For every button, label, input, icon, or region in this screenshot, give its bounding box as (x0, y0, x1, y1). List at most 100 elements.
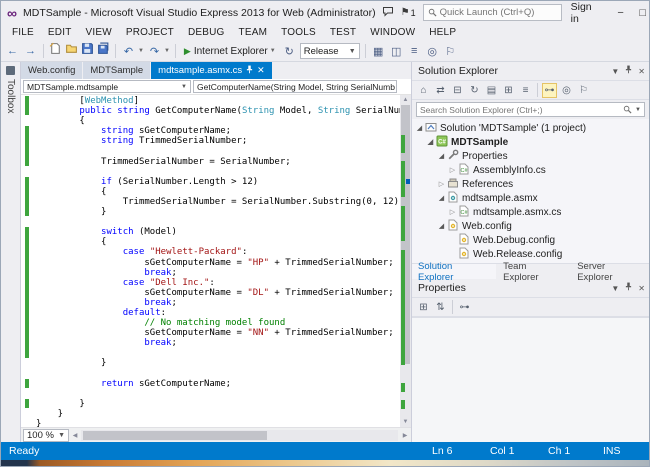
solution-explorer-icon[interactable]: ▦ (371, 45, 386, 58)
view-code-icon[interactable]: ≡ (518, 83, 533, 98)
code-line[interactable]: public string GetComputerName(String Mod… (36, 106, 400, 116)
window-position-icon[interactable]: ▼ (611, 67, 619, 76)
properties-window-icon[interactable]: ≡ (407, 45, 422, 57)
expanded-arrow-icon[interactable]: ◢ (426, 138, 435, 146)
categorized-icon[interactable]: ⊞ (416, 300, 431, 315)
save-icon[interactable] (81, 42, 94, 60)
toolbox-tab-strip[interactable]: Toolbox (1, 62, 21, 442)
refresh-icon[interactable]: ↻ (467, 83, 482, 98)
code-line[interactable]: [WebMethod] (36, 96, 400, 106)
forward-icon[interactable]: → (23, 45, 38, 57)
pin-icon[interactable] (625, 282, 632, 294)
menu-help[interactable]: HELP (422, 27, 463, 38)
solution-search-input[interactable] (420, 105, 620, 115)
code-line[interactable]: string sGetComputerName; (36, 126, 400, 136)
code-line[interactable] (36, 348, 400, 358)
save-all-icon[interactable] (97, 42, 110, 60)
close-tab-icon[interactable]: ✕ (257, 65, 265, 76)
code-area[interactable]: [WebMethod] public string GetComputerNam… (34, 95, 400, 427)
close-panel-icon[interactable]: ✕ (638, 67, 645, 76)
zoom-selector[interactable]: 100 % ▼ (23, 429, 69, 442)
property-pages-icon[interactable]: ⊶ (457, 300, 472, 315)
team-explorer-icon[interactable]: ◫ (389, 45, 404, 58)
code-line[interactable]: break; (36, 338, 400, 348)
tree-item-mdtsample[interactable]: ◢C#MDTSample (412, 135, 649, 149)
code-line[interactable] (36, 369, 400, 379)
code-line[interactable]: } (36, 399, 400, 409)
expanded-arrow-icon[interactable]: ◢ (437, 194, 446, 202)
pin-icon[interactable] (625, 65, 632, 77)
code-line[interactable]: } (36, 419, 400, 427)
code-line[interactable] (36, 389, 400, 399)
code-line[interactable]: break; (36, 298, 400, 308)
menu-debug[interactable]: DEBUG (181, 27, 232, 38)
properties-grid[interactable] (412, 317, 649, 442)
collapsed-arrow-icon[interactable]: ▷ (437, 180, 446, 188)
code-line[interactable]: } (36, 358, 400, 368)
redo-icon[interactable]: ↷ (147, 45, 162, 58)
code-line[interactable]: sGetComputerName = "NN" + TrimmedSerialN… (36, 328, 400, 338)
code-line[interactable]: return sGetComputerName; (36, 379, 400, 389)
menu-window[interactable]: WINDOW (363, 27, 422, 38)
code-line[interactable] (36, 217, 400, 227)
menu-team[interactable]: TEAM (232, 27, 275, 38)
collapsed-arrow-icon[interactable]: ▷ (448, 166, 457, 174)
properties-header[interactable]: Properties ▼ ✕ (412, 279, 649, 297)
title-bar[interactable]: ∞ MDTSample - Microsoft Visual Studio Ex… (1, 1, 649, 24)
quick-launch-input[interactable] (440, 7, 557, 18)
code-line[interactable] (36, 167, 400, 177)
code-line[interactable] (36, 146, 400, 156)
alphabetical-icon[interactable]: ⇅ (433, 300, 448, 315)
tree-item-properties[interactable]: ◢Properties (412, 149, 649, 163)
menu-test[interactable]: TEST (323, 27, 363, 38)
tab-mdtsample.asmx.cs[interactable]: mdtsample.asmx.cs✕ (151, 62, 271, 79)
tab-web.config[interactable]: Web.config (21, 62, 82, 79)
code-line[interactable]: } (36, 409, 400, 419)
properties-icon[interactable]: ⊞ (501, 83, 516, 98)
code-line[interactable]: TrimmedSerialNumber = SerialNumber; (36, 157, 400, 167)
menu-file[interactable]: FILE (5, 27, 41, 38)
tree-item-assemblyinfo.cs[interactable]: ▷C#AssemblyInfo.cs (412, 163, 649, 177)
sync-with-active-document-icon[interactable]: ⊶ (542, 83, 557, 98)
panel-tab-server-explorer[interactable]: Server Explorer (571, 264, 649, 279)
code-line[interactable]: case "Hewlett-Packard": (36, 247, 400, 257)
expanded-arrow-icon[interactable]: ◢ (437, 152, 446, 160)
expanded-arrow-icon[interactable]: ◢ (415, 124, 424, 132)
horizontal-scrollbar-thumb[interactable] (83, 431, 267, 440)
solution-explorer-header[interactable]: Solution Explorer ▼ ✕ (412, 62, 649, 80)
start-debug-button[interactable]: ▶Internet Explorer▼ (181, 46, 279, 57)
toolbox-label[interactable]: Toolbox (5, 79, 16, 113)
horizontal-scrollbar[interactable] (81, 430, 398, 441)
open-file-icon[interactable] (65, 42, 78, 60)
tree-item-mdtsample.asmx[interactable]: ◢mdtsample.asmx (412, 191, 649, 205)
sign-in-link[interactable]: Sign in (569, 1, 603, 25)
collapse-all-icon[interactable]: ⊟ (450, 83, 465, 98)
find-icon[interactable]: ◎ (425, 45, 440, 58)
panel-tab-team-explorer[interactable]: Team Explorer (497, 264, 570, 279)
code-line[interactable]: { (36, 237, 400, 247)
pin-icon[interactable] (246, 65, 253, 77)
tab-mdtsample[interactable]: MDTSample (83, 62, 150, 79)
feedback-icon[interactable] (382, 4, 394, 22)
window-position-icon[interactable]: ▼ (611, 284, 619, 293)
tree-item-mdtsample.asmx.cs[interactable]: ▷C#mdtsample.asmx.cs (412, 205, 649, 219)
scroll-up-icon[interactable]: ▲ (400, 95, 411, 105)
switch-views-icon[interactable]: ⇄ (433, 83, 448, 98)
close-panel-icon[interactable]: ✕ (638, 284, 645, 293)
pending-changes-icon[interactable]: ⚐ (576, 83, 591, 98)
scroll-right-icon[interactable]: ▶ (399, 432, 411, 439)
solution-search-box[interactable]: ▼ (416, 102, 645, 117)
member-dropdown[interactable]: GetComputerName(String Model, String Ser… (193, 80, 397, 93)
code-line[interactable]: TrimmedSerialNumber = SerialNumber.Subst… (36, 197, 400, 207)
minimize-button[interactable]: − (610, 3, 632, 22)
collapsed-arrow-icon[interactable]: ▷ (448, 208, 457, 216)
notifications-flag-icon[interactable]: ⚑1 (401, 7, 416, 18)
code-line[interactable]: case "Dell Inc.": (36, 278, 400, 288)
code-line[interactable]: break; (36, 268, 400, 278)
code-line[interactable]: // No matching model found (36, 318, 400, 328)
panel-tab-solution-explorer[interactable]: Solution Explorer (412, 264, 496, 279)
back-icon[interactable]: ← (5, 45, 20, 57)
code-line[interactable]: { (36, 187, 400, 197)
code-line[interactable]: default: (36, 308, 400, 318)
new-file-icon[interactable] (49, 42, 62, 60)
